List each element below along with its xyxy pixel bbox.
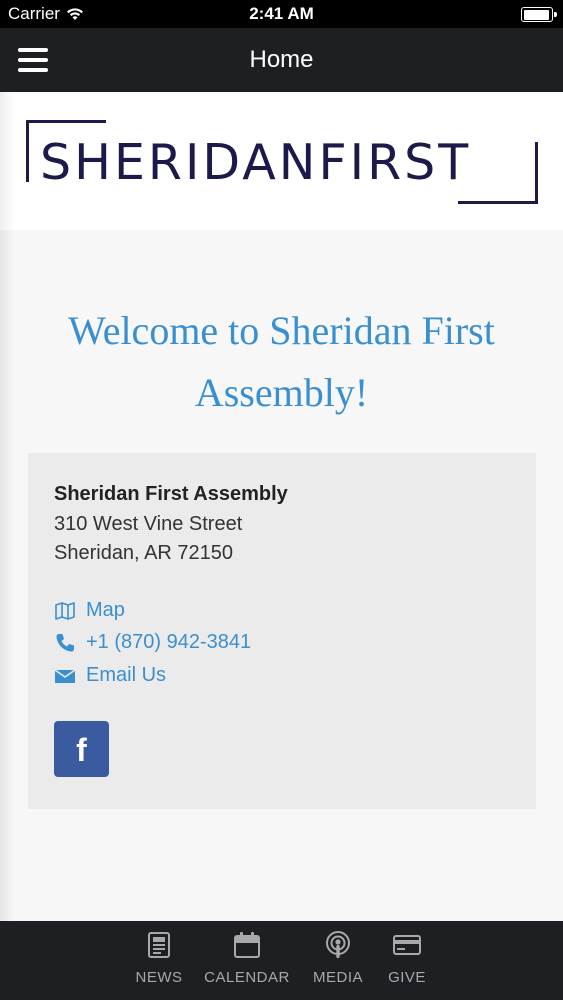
tab-give[interactable]: GIVE: [362, 931, 452, 986]
status-bar: Carrier 2:41 AM: [0, 0, 563, 28]
church-name: Sheridan First Assembly: [54, 483, 288, 505]
logo-text: SHERIDANFIRST: [40, 134, 472, 191]
tab-news[interactable]: NEWS: [114, 931, 204, 986]
envelope-icon: [54, 668, 76, 683]
map-label: Map: [86, 599, 125, 621]
main-content[interactable]: SHERIDANFIRST Welcome to Sheridan First …: [0, 92, 563, 921]
phone-icon: [56, 633, 74, 651]
email-link[interactable]: Email Us: [54, 664, 166, 687]
address-line-1: 310 West Vine Street: [54, 513, 243, 535]
welcome-heading: Welcome to Sheridan First Assembly!: [68, 308, 495, 415]
email-label: Email Us: [86, 664, 167, 686]
tab-calendar[interactable]: CALENDAR: [202, 931, 292, 986]
phone-number: +1 (870) 942-3841: [86, 631, 252, 653]
battery-icon: [521, 7, 557, 22]
sheridan-first-logo: SHERIDANFIRST: [26, 120, 538, 204]
phone-link[interactable]: +1 (870) 942-3841: [54, 631, 251, 654]
clock: 2:41 AM: [249, 4, 314, 23]
logo-banner: SHERIDANFIRST: [0, 92, 563, 230]
tab-calendar-label: CALENDAR: [204, 969, 290, 986]
navigation-bar: Home: [0, 28, 563, 92]
map-link[interactable]: Map: [54, 599, 125, 622]
facebook-icon: f: [76, 732, 87, 768]
facebook-button[interactable]: f: [54, 721, 109, 777]
map-icon: [55, 601, 75, 620]
calendar-icon: [234, 932, 260, 958]
tab-bar: NEWS CALENDAR MEDIA GIVE: [0, 921, 563, 1000]
news-icon: [148, 932, 170, 958]
address-line-2: Sheridan, AR 72150: [54, 542, 234, 564]
tab-give-label: GIVE: [388, 969, 426, 986]
podcast-icon: [326, 931, 350, 958]
tab-news-label: NEWS: [135, 969, 183, 986]
contact-card: Sheridan First Assembly 310 West Vine St…: [28, 453, 536, 809]
page-title: Home: [249, 46, 314, 73]
credit-card-icon: [393, 935, 421, 955]
